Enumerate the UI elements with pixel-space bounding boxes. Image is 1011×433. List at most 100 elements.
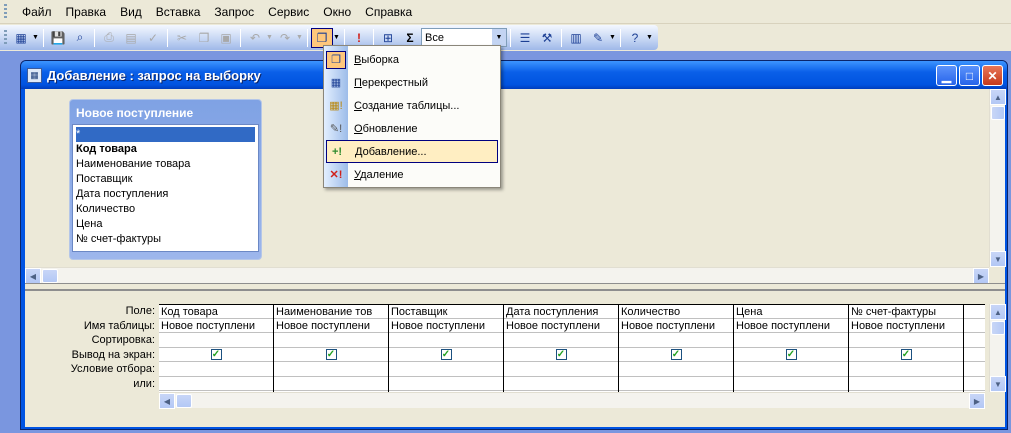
scroll-thumb[interactable]	[42, 269, 58, 283]
grid-show-cell[interactable]: ✓	[504, 348, 618, 362]
grid-sort-cell[interactable]	[619, 333, 733, 348]
show-checkbox[interactable]: ✓	[670, 348, 682, 360]
toolbar-options-arrow[interactable]: ▼	[646, 34, 654, 41]
field-list-window[interactable]: Новое поступление * Код товара Наименова…	[69, 99, 262, 260]
toolbar-grip[interactable]	[4, 29, 7, 46]
field-list-item[interactable]: Поставщик	[76, 172, 255, 187]
window-title-bar[interactable]: ▦ Добавление : запрос на выборку ▁ □ ✕	[21, 61, 1007, 89]
field-list-item[interactable]: Дата поступления	[76, 187, 255, 202]
grid-show-cell[interactable]: ✓	[159, 348, 273, 362]
cut-icon[interactable]: ✂	[171, 28, 193, 48]
menu-item-make-table-query[interactable]: ▦! Создание таблицы...	[326, 94, 498, 117]
field-list-item[interactable]: Цена	[76, 217, 255, 232]
view-icon[interactable]: ▦	[10, 28, 32, 48]
show-checkbox[interactable]: ✓	[440, 348, 452, 360]
grid-or-cell[interactable]	[389, 377, 503, 391]
show-checkbox[interactable]: ✓	[785, 348, 797, 360]
scroll-down-icon[interactable]: ▼	[990, 376, 1006, 392]
menu-help[interactable]: Справка	[358, 3, 419, 21]
show-checkbox[interactable]: ✓	[210, 348, 222, 360]
grid-criteria-cell[interactable]	[504, 362, 618, 377]
query-window-icon[interactable]: ▦	[27, 67, 42, 83]
help-icon[interactable]: ?	[624, 28, 646, 48]
grid-criteria-cell[interactable]	[159, 362, 273, 377]
grid-table-cell[interactable]: Новое поступлени	[619, 319, 733, 333]
grid-criteria-cell[interactable]	[389, 362, 503, 377]
grid-or-cell[interactable]	[849, 377, 963, 391]
grid-field-cell[interactable]	[964, 304, 985, 319]
undo-dropdown-arrow[interactable]: ▼	[266, 34, 274, 41]
table-pane-hscroll[interactable]: ◀ ▶	[25, 267, 989, 284]
grid-sort-cell[interactable]	[964, 333, 985, 348]
grid-show-cell[interactable]: ✓	[734, 348, 848, 362]
scroll-thumb[interactable]	[991, 106, 1005, 120]
menu-item-append-query[interactable]: +! Добавление...	[326, 140, 498, 163]
scroll-left-icon[interactable]: ◀	[25, 268, 41, 284]
grid-hscroll[interactable]: ◀ ▶	[159, 392, 985, 409]
field-list-item[interactable]: Количество	[76, 202, 255, 217]
table-pane-vscroll[interactable]: ▲ ▼	[989, 89, 1006, 267]
menu-grip[interactable]	[4, 3, 7, 20]
pane-splitter[interactable]	[25, 283, 1005, 291]
grid-criteria-cell[interactable]	[964, 362, 985, 377]
grid-field-cell[interactable]: Дата поступления	[504, 304, 618, 319]
grid-show-cell[interactable]: ✓	[619, 348, 733, 362]
grid-sort-cell[interactable]	[734, 333, 848, 348]
grid-or-cell[interactable]	[964, 377, 985, 391]
preview-icon[interactable]: ▤	[120, 28, 142, 48]
scroll-up-icon[interactable]: ▲	[990, 304, 1006, 320]
field-list-item[interactable]: № счет-фактуры	[76, 232, 255, 247]
grid-table-cell[interactable]: Новое поступлени	[734, 319, 848, 333]
scroll-left-icon[interactable]: ◀	[159, 393, 175, 409]
spell-icon[interactable]: ✓	[142, 28, 164, 48]
grid-or-cell[interactable]	[274, 377, 388, 391]
scroll-thumb[interactable]	[991, 321, 1005, 335]
table-pane[interactable]: Новое поступление * Код товара Наименова…	[25, 89, 1006, 284]
undo-icon[interactable]: ↶	[244, 28, 266, 48]
grid-sort-cell[interactable]	[504, 333, 618, 348]
save-icon[interactable]: 💾	[47, 28, 69, 48]
maximize-button[interactable]: □	[959, 65, 980, 86]
scroll-right-icon[interactable]: ▶	[973, 268, 989, 284]
combo-arrow-icon[interactable]: ▼	[492, 29, 506, 46]
redo-dropdown-arrow[interactable]: ▼	[296, 34, 304, 41]
query-type-dropdown-arrow[interactable]: ▼	[333, 34, 341, 41]
grid-field-cell[interactable]: № счет-фактуры	[849, 304, 963, 319]
close-button[interactable]: ✕	[982, 65, 1003, 86]
field-list-item[interactable]: Наименование товара	[76, 157, 255, 172]
build-icon[interactable]: ⚒	[536, 28, 558, 48]
grid-field-cell[interactable]: Поставщик	[389, 304, 503, 319]
menu-file[interactable]: Файл	[15, 3, 59, 21]
menu-item-update-query[interactable]: ✎! Обновление	[326, 117, 498, 140]
menu-window[interactable]: Окно	[316, 3, 358, 21]
copy-icon[interactable]: ❐	[193, 28, 215, 48]
show-checkbox[interactable]: ✓	[900, 348, 912, 360]
minimize-button[interactable]: ▁	[936, 65, 957, 86]
menu-item-delete-query[interactable]: ✕! Удаление	[326, 163, 498, 186]
grid-sort-cell[interactable]	[274, 333, 388, 348]
view-dropdown-arrow[interactable]: ▼	[32, 34, 40, 41]
grid-or-cell[interactable]	[619, 377, 733, 391]
grid-table-cell[interactable]: Новое поступлени	[504, 319, 618, 333]
menu-view[interactable]: Вид	[113, 3, 149, 21]
grid-sort-cell[interactable]	[389, 333, 503, 348]
menu-edit[interactable]: Правка	[59, 3, 114, 21]
new-object-dropdown-arrow[interactable]: ▼	[609, 34, 617, 41]
grid-sort-cell[interactable]	[849, 333, 963, 348]
redo-icon[interactable]: ↷	[274, 28, 296, 48]
show-checkbox[interactable]: ✓	[325, 348, 337, 360]
menu-query[interactable]: Запрос	[207, 3, 261, 21]
grid-show-cell[interactable]: ✓	[389, 348, 503, 362]
paste-icon[interactable]: ▣	[215, 28, 237, 48]
grid-field-cell[interactable]: Количество	[619, 304, 733, 319]
grid-table-cell[interactable]: Новое поступлени	[274, 319, 388, 333]
scroll-right-icon[interactable]: ▶	[969, 393, 985, 409]
grid-criteria-cell[interactable]	[734, 362, 848, 377]
grid-show-cell[interactable]: ✓	[274, 348, 388, 362]
grid-or-cell[interactable]	[504, 377, 618, 391]
properties-icon[interactable]: ☰	[514, 28, 536, 48]
grid-table-cell[interactable]: Новое поступлени	[389, 319, 503, 333]
menu-item-select-query[interactable]: ❐ Выборка	[326, 48, 498, 71]
grid-criteria-cell[interactable]	[849, 362, 963, 377]
grid-criteria-cell[interactable]	[274, 362, 388, 377]
